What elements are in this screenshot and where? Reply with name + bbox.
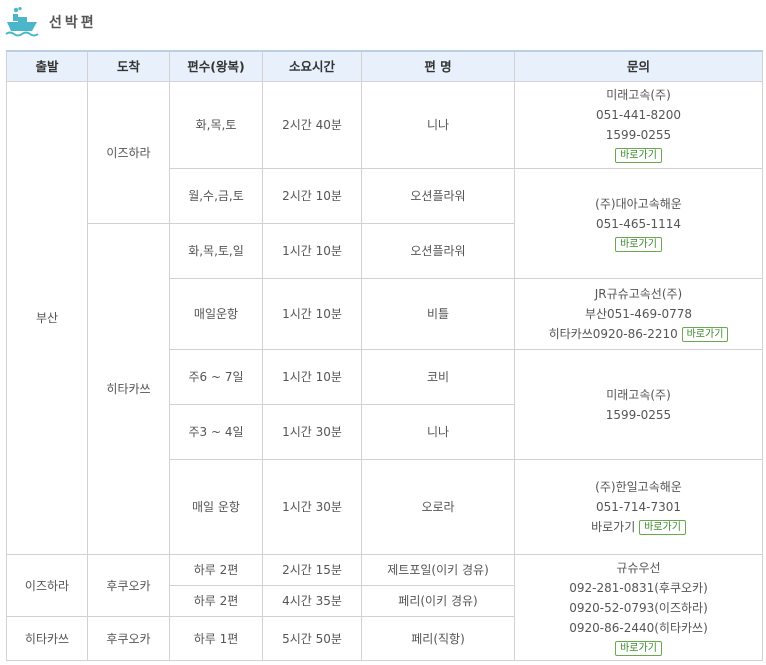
ship-name-cell: 페리(직항) bbox=[361, 616, 515, 661]
header-departure: 출발 bbox=[6, 50, 88, 82]
table-row: 이즈하라 후쿠오카 하루 2편 2시간 15분 제트포일(이키 경유) 규슈우선… bbox=[6, 554, 763, 661]
contact-line: JR규슈고속선(주) bbox=[594, 287, 683, 301]
ship-name-cell: 코비 bbox=[361, 349, 515, 405]
frequency-cell: 하루 1편 bbox=[169, 616, 263, 661]
departure-cell: 이즈하라 bbox=[6, 554, 88, 617]
arrival-cell: 이즈하라 bbox=[87, 81, 170, 224]
table-row: 부산 이즈하라 화,목,토 2시간 40분 니나 미래고속(주) 051-441… bbox=[6, 81, 763, 555]
shortcut-button[interactable]: 바로가기 bbox=[681, 327, 729, 342]
contact-line: 바로가기 바로가기 bbox=[515, 517, 762, 537]
duration-cell: 1시간 10분 bbox=[262, 278, 362, 350]
section-title: 선박편 bbox=[49, 15, 97, 31]
ship-name-cell: 제트포일(이키 경유) bbox=[361, 554, 515, 586]
contact-line: 051-441-8200 bbox=[595, 108, 681, 122]
frequency-cell: 주6 ~ 7일 bbox=[169, 349, 263, 405]
contact-cell: 규슈우선 092-281-0831(후쿠오카) 0920-52-0793(이즈하… bbox=[514, 554, 763, 661]
duration-cell: 1시간 10분 bbox=[262, 349, 362, 405]
header-ship-name: 편 명 bbox=[361, 50, 515, 82]
contact-text: 바로가기 bbox=[591, 520, 636, 534]
arrival-cell: 후쿠오카 bbox=[87, 554, 170, 617]
frequency-cell: 화,목,토 bbox=[169, 81, 263, 169]
ship-icon bbox=[5, 7, 39, 37]
contact-phone: 히타카쓰0920-86-2210 bbox=[548, 327, 678, 341]
contact-line: 히타카쓰0920-86-2210 바로가기 bbox=[515, 324, 762, 344]
contact-line: 0920-86-2440(히타카쓰) bbox=[569, 620, 708, 635]
departure-cell: 부산 bbox=[6, 81, 88, 555]
ship-name-cell: 오션플라워 bbox=[361, 168, 515, 224]
ship-name-cell: 니나 bbox=[361, 404, 515, 460]
duration-cell: 1시간 30분 bbox=[262, 459, 362, 555]
contact-line: 부산051-469-0778 bbox=[584, 307, 693, 321]
duration-cell: 4시간 35분 bbox=[262, 585, 362, 617]
contact-cell: JR규슈고속선(주) 부산051-469-0778 히타카쓰0920-86-22… bbox=[514, 278, 763, 350]
contact-line: 미래고속(주) bbox=[606, 88, 671, 102]
frequency-cell: 매일운항 bbox=[169, 278, 263, 350]
ship-name-cell: 비틀 bbox=[361, 278, 515, 350]
contact-cell: (주)대아고속해운 051-465-1114 바로가기 bbox=[514, 168, 763, 279]
ferry-page: 선박편 출발 도착 편수(왕복) 소요시간 편 명 문의 부산 이즈하라 화,목… bbox=[0, 0, 766, 665]
contact-line: (주)한일고속해운 bbox=[595, 480, 682, 494]
header-inquiry: 문의 bbox=[514, 50, 763, 82]
ship-name-cell: 오션플라워 bbox=[361, 223, 515, 279]
header-duration: 소요시간 bbox=[262, 50, 362, 82]
ship-name-cell: 페리(이키 경유) bbox=[361, 585, 515, 617]
frequency-cell: 월,수,금,토 bbox=[169, 168, 263, 224]
arrival-cell: 후쿠오카 bbox=[87, 616, 170, 661]
shortcut-button[interactable]: 바로가기 bbox=[615, 236, 662, 252]
contact-line: 1599-0255 bbox=[605, 128, 672, 142]
contact-cell: 미래고속(주) 051-441-8200 1599-0255 바로가기 bbox=[514, 81, 763, 169]
departure-cell: 히타카쓰 bbox=[6, 616, 88, 661]
section-header: 선박편 bbox=[5, 5, 97, 39]
contact-line: (주)대아고속해운 bbox=[595, 196, 682, 211]
duration-cell: 1시간 30분 bbox=[262, 404, 362, 460]
contact-line: 규슈우선 bbox=[616, 560, 661, 575]
table-header-row: 출발 도착 편수(왕복) 소요시간 편 명 문의 bbox=[6, 50, 763, 82]
frequency-cell: 화,목,토,일 bbox=[169, 223, 263, 279]
frequency-cell: 주3 ~ 4일 bbox=[169, 404, 263, 460]
shortcut-button[interactable]: 바로가기 bbox=[615, 148, 662, 163]
header-arrival: 도착 bbox=[87, 50, 170, 82]
contact-line: 0920-52-0793(이즈하라) bbox=[569, 600, 708, 615]
frequency-cell: 하루 2편 bbox=[169, 554, 263, 586]
contact-line: 051-714-7301 bbox=[595, 500, 681, 514]
duration-cell: 1시간 10분 bbox=[262, 223, 362, 279]
frequency-cell: 매일 운항 bbox=[169, 459, 263, 555]
contact-line: 051-465-1114 bbox=[595, 216, 681, 231]
frequency-cell: 하루 2편 bbox=[169, 585, 263, 617]
ship-name-cell: 니나 bbox=[361, 81, 515, 169]
arrival-cell: 히타카쓰 bbox=[87, 223, 170, 555]
contact-cell: (주)한일고속해운 051-714-7301 바로가기 바로가기 bbox=[514, 459, 763, 555]
contact-cell: 미래고속(주) 1599-0255 bbox=[514, 349, 763, 460]
contact-line: 1599-0255 bbox=[605, 407, 672, 422]
contact-line: 092-281-0831(후쿠오카) bbox=[569, 580, 708, 595]
shortcut-button[interactable]: 바로가기 bbox=[639, 520, 686, 535]
duration-cell: 2시간 15분 bbox=[262, 554, 362, 586]
ship-name-cell: 오로라 bbox=[361, 459, 515, 555]
duration-cell: 2시간 10분 bbox=[262, 168, 362, 224]
ferry-schedule-table: 출발 도착 편수(왕복) 소요시간 편 명 문의 부산 이즈하라 화,목,토 2… bbox=[6, 50, 763, 661]
contact-line: 미래고속(주) bbox=[606, 387, 671, 402]
header-frequency: 편수(왕복) bbox=[169, 50, 263, 82]
duration-cell: 5시간 50분 bbox=[262, 616, 362, 661]
duration-cell: 2시간 40분 bbox=[262, 81, 362, 169]
shortcut-button[interactable]: 바로가기 bbox=[615, 640, 662, 656]
